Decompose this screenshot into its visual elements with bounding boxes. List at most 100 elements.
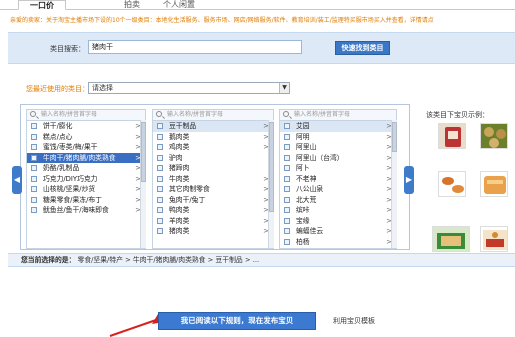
category-item[interactable]: 羊肉类 > [153,216,273,227]
category-item[interactable]: 宝缘 > [280,216,396,227]
selected-path-label: 您当前选择的是： [21,256,76,264]
sample-image [438,171,466,197]
use-item-template-link[interactable]: 利用宝贝模板 [333,316,375,326]
category-item[interactable]: 八公山泉 > [280,184,396,195]
category-item[interactable]: 鱿鱼丝/鱼干/海味即食 > [27,205,145,216]
selected-category-path: 您当前选择的是： 零食/坚果/特产 > 牛肉干/猪肉脯/肉类熟食 > 豆干制品 … [8,253,515,267]
category-item[interactable]: 驴肉 [153,153,273,164]
column3-scrollbar[interactable] [391,120,397,248]
column-search-input[interactable]: 输入名称/拼音首字母 [280,110,396,121]
category-item[interactable]: 鹅肉类 > [153,132,273,143]
category-item-label: 兔肉干/兔丁 [169,195,206,204]
category-icon [157,154,163,161]
category-icon [284,123,290,129]
category-icon [31,154,37,161]
category-column-level2: 输入名称/拼音首字母 豆干制品 > 鹅肉类 > 鸡肉类 > 驴肉 猪蹄肉牛肉类 > 其它肉制零食 >… [152,109,274,249]
category-item-label: 宝缘 [296,216,310,225]
category-item[interactable]: 阿卜 > [280,163,396,174]
category-icon [284,144,290,150]
column2-scrollbar[interactable] [268,120,274,248]
category-search-input[interactable]: 猪肉干 [88,40,302,54]
category-item-label: 牛肉类 [169,174,190,183]
category-icon [157,133,163,140]
category-icon [284,217,290,224]
category-icon [284,238,290,245]
category-item[interactable]: 阿里山（台湾） > [280,153,396,164]
category-icon [157,123,163,129]
scrollbar-thumb[interactable] [141,122,146,182]
category-item[interactable]: 艾园 > [280,121,396,132]
category-item[interactable]: 猪蹄肉 [153,163,273,174]
category-item[interactable]: 鸡肉类 > [153,142,273,153]
category-icon [284,154,290,161]
category-item-label: 缤咔 [296,206,310,214]
category-item[interactable]: 奶酪/乳制品 > [27,163,145,174]
search-icon [156,111,162,117]
column-search-input[interactable]: 输入名称/拼音首字母 [27,110,145,121]
category-item-label: 蝙蝠佳云 [296,227,324,235]
category-icon [31,133,37,140]
find-category-button[interactable]: 快速找到类目 [335,41,390,55]
category-icon [31,196,37,203]
category-item-label: 阿明 [296,132,310,141]
category-item[interactable]: 不老神 > [280,174,396,185]
chevron-left-icon: ◀ [13,175,21,184]
category-item-label: 豆干制品 [169,122,197,130]
category-icon [31,207,37,213]
category-item-label: 鸡肉类 [169,143,190,151]
category-item-label: 糕点/点心 [43,132,73,141]
scrollbar-thumb[interactable] [392,122,397,152]
category-icon [157,196,163,203]
category-item[interactable]: 柏杨 > [280,237,396,248]
category-item-label: 奶酪/乳制品 [43,164,80,172]
recent-category-select[interactable]: 请选择 ▼ [88,82,290,94]
category-icon [157,144,163,150]
category-item[interactable]: 北大荒 > [280,195,396,206]
tab-fixed-price[interactable]: 一口价 [18,0,66,10]
category-icon [284,133,290,140]
selected-path-value: 零食/坚果/特产 > 牛肉干/猪肉脯/肉类熟食 > 豆干制品 > ... [77,256,260,264]
column1-scrollbar[interactable] [140,120,146,248]
column-search-input[interactable]: 输入名称/拼音首字母 [153,110,273,121]
category-item[interactable]: 蝙蝠佳云 > [280,226,396,237]
category-item-label: 阿卜 [296,164,310,172]
tab-personal-idle[interactable]: 个人闲置 [157,0,201,10]
category-item[interactable]: 山核桃/坚果/炒货 > [27,184,145,195]
category-item[interactable]: 饼干/膨化 > [27,121,145,132]
tab-auction[interactable]: 拍卖 [112,0,152,10]
sample-image [438,123,466,149]
category-column-brand: 输入名称/拼音首字母 艾园 > 阿明 > 阿里山 > 阿里山（台湾） > 阿卜 > 不老神 > 八公山泉… [279,109,397,249]
category-item[interactable]: 牛肉类 > [153,174,273,185]
category-icon [157,228,163,234]
category-item-label: 鸭肉类 [169,206,190,214]
category-item[interactable]: 阿明 > [280,132,396,143]
sample-image [432,226,470,252]
category-item[interactable]: 兔肉干/兔丁 > [153,195,273,206]
publish-item-button[interactable]: 我已阅读以下规则，现在发布宝贝 [158,312,316,330]
category-item[interactable]: 猪肉类 > [153,226,273,237]
category-item[interactable]: 糖果零食/果冻/布丁 > [27,195,145,206]
category-item-label: 阿里山 [296,143,317,151]
category-icon [284,175,290,182]
category-item[interactable]: 巧克力/DIY巧克力 > [27,174,145,185]
search-icon [30,111,36,117]
category-item-label: 北大荒 [296,195,317,204]
category-item[interactable]: 豆干制品 > [153,121,273,132]
column-search-placeholder: 输入名称/拼音首字母 [294,111,351,118]
category-item[interactable]: 阿里山 > [280,142,396,153]
sample-items-title: 该类目下宝贝示例： [426,111,489,119]
category-item[interactable]: 蜜饯/枣类/梅/果干 > [27,142,145,153]
chevron-down-icon[interactable]: ▼ [279,83,289,93]
category-item-label: 猪蹄肉 [169,164,190,172]
category-item[interactable]: 牛肉干/猪肉脯/肉类熟食 > [27,152,145,163]
recent-category-value: 请选择 [92,84,113,92]
category-item[interactable]: 鸭肉类 > [153,205,273,216]
category-item[interactable]: 糕点/点心 > [27,132,145,143]
category-item-label: 艾园 [296,122,310,130]
scroll-right-button[interactable]: ▶ [404,166,414,194]
scrollbar-thumb[interactable] [269,122,274,212]
category-item[interactable]: 其它肉制零食 > [153,184,273,195]
category-icon [284,165,290,171]
category-item[interactable]: 缤咔 > [280,205,396,216]
scroll-left-button[interactable]: ◀ [12,166,22,194]
